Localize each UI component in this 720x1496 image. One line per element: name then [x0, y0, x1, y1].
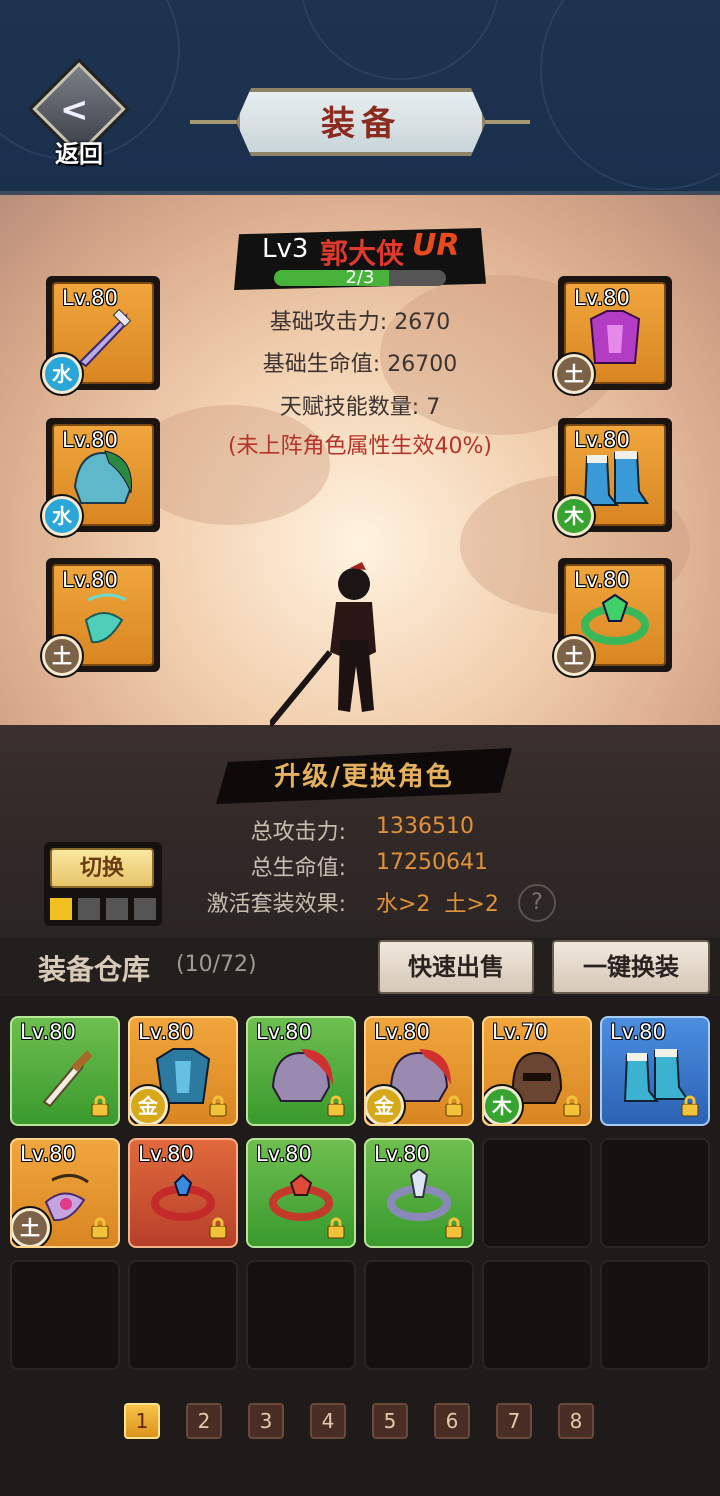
- total-hp-value: 17250641: [376, 850, 488, 875]
- lock-icon: [209, 1217, 227, 1239]
- page-button-7[interactable]: 7: [496, 1403, 532, 1439]
- warehouse-item[interactable]: Lv.80 金: [364, 1016, 474, 1126]
- help-icon[interactable]: ?: [518, 884, 556, 922]
- earth-element-badge: 土: [554, 636, 594, 676]
- equip-slot-pendant[interactable]: Lv.80 土: [42, 558, 160, 676]
- loadout-switch-panel: 切换: [44, 842, 162, 926]
- equip-slot-armor[interactable]: Lv.80 土: [554, 276, 672, 394]
- water-element-badge: 水: [42, 354, 82, 394]
- lock-icon: [91, 1217, 109, 1239]
- total-hp-label: 总生命值:: [250, 856, 346, 881]
- empty-slot[interactable]: [246, 1260, 356, 1370]
- page-button-3[interactable]: 3: [248, 1403, 284, 1439]
- set-effect-label: 激活套装效果:: [206, 892, 346, 917]
- warehouse-count: (10/72): [176, 952, 257, 977]
- wood-element-badge: 木: [484, 1086, 522, 1124]
- earth-element-badge: 土: [12, 1208, 50, 1246]
- equip-slot-helmet[interactable]: Lv.80 水: [42, 418, 160, 536]
- page-button-1[interactable]: 1: [124, 1403, 160, 1439]
- item-level: Lv.80: [374, 1142, 430, 1166]
- warehouse-item[interactable]: Lv.80 金: [128, 1016, 238, 1126]
- earth-element-badge: 土: [42, 636, 82, 676]
- warehouse-item[interactable]: Lv.80: [246, 1016, 356, 1126]
- set-effect-value: 水>2 土>2: [376, 892, 499, 917]
- warehouse-title: 装备仓库: [38, 953, 151, 986]
- empty-slot[interactable]: [364, 1260, 474, 1370]
- lock-icon: [91, 1095, 109, 1117]
- upgrade-switch-character-button[interactable]: 升级/更换角色: [216, 756, 512, 793]
- header-swirl-decoration: [300, 0, 500, 80]
- loadout-slot-2[interactable]: [78, 898, 100, 920]
- equip-level: Lv.80: [574, 568, 630, 592]
- wood-element-badge: 木: [554, 496, 594, 536]
- warehouse-item[interactable]: Lv.80: [128, 1138, 238, 1248]
- one-click-equip-button[interactable]: 一键换装: [552, 940, 710, 994]
- page-button-2[interactable]: 2: [186, 1403, 222, 1439]
- hero-silhouette: [270, 562, 376, 727]
- warehouse-item[interactable]: Lv.80: [10, 1016, 120, 1126]
- loadout-switch-button[interactable]: 切换: [50, 848, 154, 888]
- item-level: Lv.80: [20, 1020, 76, 1044]
- page-button-8[interactable]: 8: [558, 1403, 594, 1439]
- lock-icon: [209, 1095, 227, 1117]
- equip-slot-boots[interactable]: Lv.80 木: [554, 418, 672, 536]
- empty-slot[interactable]: [600, 1260, 710, 1370]
- equip-slot-weapon[interactable]: Lv.80 水: [42, 276, 160, 394]
- page-button-4[interactable]: 4: [310, 1403, 346, 1439]
- base-hp-stat: 基础生命值: 26700: [262, 352, 458, 377]
- back-arrow-icon: <: [60, 90, 89, 130]
- loadout-slot-1[interactable]: [50, 898, 72, 920]
- hero-level: Lv3: [262, 234, 309, 264]
- base-attack-stat: 基础攻击力: 2670: [269, 310, 451, 335]
- header-swirl-decoration: [540, 0, 720, 190]
- loadout-slot-3[interactable]: [106, 898, 128, 920]
- item-level: Lv.80: [256, 1142, 312, 1166]
- total-attack-label: 总攻击力:: [250, 820, 346, 845]
- page-button-5[interactable]: 5: [372, 1403, 408, 1439]
- lock-icon: [445, 1095, 463, 1117]
- empty-slot[interactable]: [128, 1260, 238, 1370]
- earth-element-badge: 土: [554, 354, 594, 394]
- total-attack-value: 1336510: [376, 814, 474, 839]
- hero-rarity-badge: UR: [412, 228, 460, 263]
- cloud-decoration: [130, 405, 330, 525]
- lock-icon: [445, 1217, 463, 1239]
- empty-slot[interactable]: [10, 1260, 120, 1370]
- quick-sell-button[interactable]: 快速出售: [378, 940, 534, 994]
- warehouse-item[interactable]: Lv.70 木: [482, 1016, 592, 1126]
- water-element-badge: 水: [42, 496, 82, 536]
- hero-progress-text: 2/3: [345, 267, 375, 288]
- gold-element-badge: 金: [366, 1086, 404, 1124]
- talent-count-stat: 天赋技能数量: 7: [279, 395, 441, 420]
- lock-icon: [327, 1217, 345, 1239]
- lock-icon: [681, 1095, 699, 1117]
- warehouse-item[interactable]: Lv.80 土: [10, 1138, 120, 1248]
- warehouse-item[interactable]: Lv.80: [246, 1138, 356, 1248]
- warehouse-item[interactable]: Lv.80: [600, 1016, 710, 1126]
- lock-icon: [327, 1095, 345, 1117]
- item-level: Lv.80: [20, 1142, 76, 1166]
- page-title: 装备: [321, 104, 401, 144]
- warehouse-item[interactable]: Lv.80: [364, 1138, 474, 1248]
- back-button[interactable]: < 返回: [30, 62, 128, 170]
- empty-slot[interactable]: [600, 1138, 710, 1248]
- lock-icon: [563, 1095, 581, 1117]
- empty-slot[interactable]: [482, 1138, 592, 1248]
- equip-slot-ring[interactable]: Lv.80 土: [554, 558, 672, 676]
- hero-name: 郭大侠: [320, 237, 405, 270]
- item-level: Lv.80: [138, 1142, 194, 1166]
- back-label: 返回: [55, 139, 103, 168]
- page-button-6[interactable]: 6: [434, 1403, 470, 1439]
- inactive-note: (未上阵角色属性生效40%): [227, 434, 493, 459]
- empty-slot[interactable]: [482, 1260, 592, 1370]
- gold-element-badge: 金: [130, 1086, 168, 1124]
